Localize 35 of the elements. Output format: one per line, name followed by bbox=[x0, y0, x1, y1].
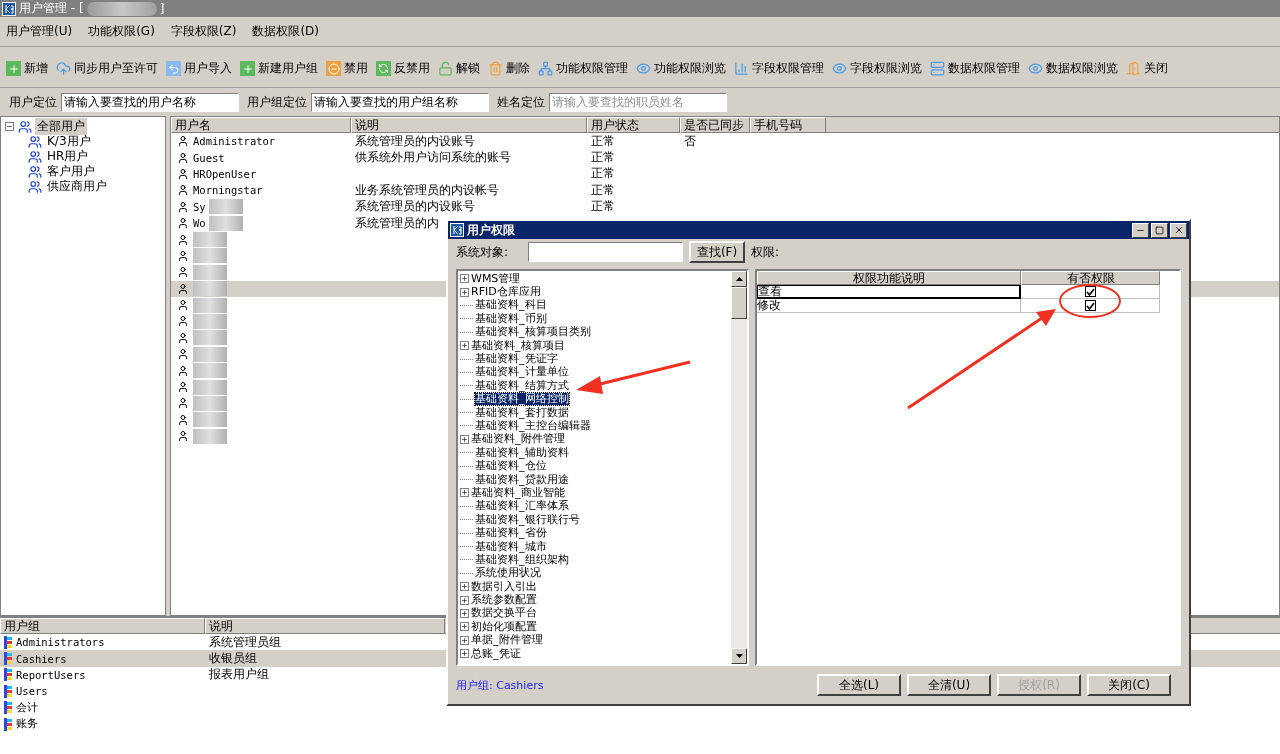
user-name: Guest bbox=[193, 151, 225, 164]
window-title: 用户管理 - [ bbox=[19, 0, 84, 17]
table-cell: 否 bbox=[684, 132, 696, 150]
dialog-title: 用户权限 bbox=[467, 221, 515, 239]
table-cell: 系统管理员的内设账号 bbox=[355, 132, 475, 150]
table-cell: 正常 bbox=[591, 181, 615, 199]
group-name: Users bbox=[16, 685, 48, 698]
table-cell: 正常 bbox=[591, 165, 615, 183]
table-cell: 正常 bbox=[591, 132, 615, 150]
group-label: 用户组: Cashiers bbox=[456, 677, 544, 693]
user-name: Morningstar bbox=[193, 184, 263, 197]
group-name: Administrators bbox=[16, 636, 105, 649]
table-cell: 系统管理员组 bbox=[209, 633, 281, 651]
group-name: Cashiers bbox=[16, 652, 67, 665]
field-label: 用户定位 bbox=[9, 93, 57, 111]
table-cell: 业务系统管理员的内设帐号 bbox=[355, 181, 499, 199]
field-label: 姓名定位 bbox=[497, 93, 545, 111]
user-name: Sy bbox=[193, 200, 206, 213]
group-name: ReportUsers bbox=[16, 668, 86, 681]
group-name: 账务 bbox=[16, 717, 38, 732]
table-cell: 收银员组 bbox=[209, 650, 257, 668]
table-cell: 系统管理员的内 bbox=[355, 214, 439, 232]
table-cell: 正常 bbox=[591, 198, 615, 216]
field-label: 用户组定位 bbox=[247, 93, 307, 111]
table-cell: 供系统外用户访问系统的账号 bbox=[355, 149, 511, 167]
table-cell: 系统管理员的内设账号 bbox=[355, 198, 475, 216]
group-name: 会计 bbox=[16, 700, 38, 715]
user-name: Administrator bbox=[193, 135, 276, 148]
table-cell: 报表用户组 bbox=[209, 666, 269, 684]
table-cell: 正常 bbox=[591, 149, 615, 167]
field-label: 权限: bbox=[751, 243, 780, 261]
user-name: Wo bbox=[193, 217, 206, 230]
user-name: HROpenUser bbox=[193, 167, 257, 180]
field-label: 系统对象: bbox=[456, 243, 509, 261]
window-title: ] bbox=[159, 1, 165, 16]
